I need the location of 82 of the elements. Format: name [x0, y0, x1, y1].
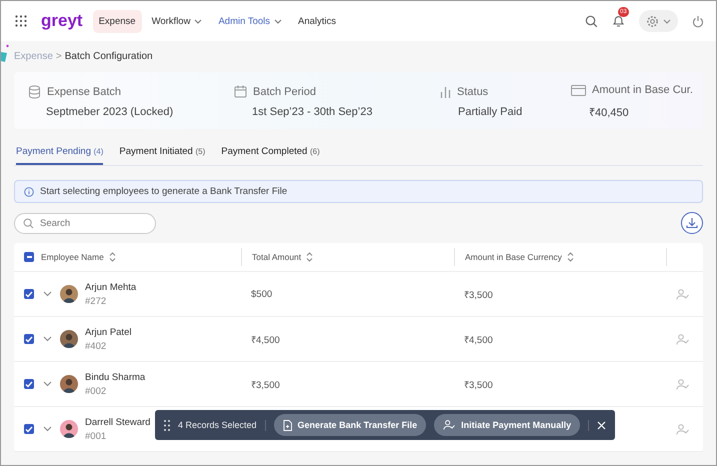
- bell-icon[interactable]: [612, 14, 625, 28]
- column-header[interactable]: Amount in Base Currency: [465, 252, 562, 262]
- summary-label: Expense Batch: [47, 86, 121, 98]
- drag-handle-icon[interactable]: [164, 420, 170, 430]
- column-header[interactable]: Total Amount: [252, 252, 302, 262]
- summary-label: Amount in Base Cur.: [592, 84, 693, 96]
- tab[interactable]: Payment Completed (6): [221, 146, 320, 165]
- user-check-icon[interactable]: [676, 378, 689, 390]
- avatar: [60, 330, 78, 348]
- avatar: [60, 285, 78, 303]
- info-icon: [24, 186, 34, 196]
- row-checkbox[interactable]: [24, 334, 34, 344]
- employee-id: #002: [85, 386, 108, 396]
- expand-chevron-icon[interactable]: [43, 381, 52, 387]
- employee-name: Arjun Mehta: [85, 282, 136, 292]
- table-cell-text: ₹4,500: [251, 334, 280, 346]
- chevron-down-icon: [194, 18, 202, 24]
- initiate-payment-button[interactable]: Initiate Payment Manually: [434, 414, 580, 436]
- summary-label: Status: [457, 86, 488, 98]
- breadcrumb-current: Batch Configuration: [64, 50, 153, 62]
- summary-value: Septmeber 2023 (Locked): [46, 106, 174, 118]
- generate-file-button[interactable]: Generate Bank Transfer File: [274, 414, 426, 436]
- chevron-down-icon: [663, 18, 671, 24]
- column-header[interactable]: Employee Name: [41, 252, 104, 262]
- power-icon[interactable]: [692, 14, 704, 28]
- settings-button[interactable]: [639, 10, 678, 32]
- table-cell: $500: [251, 288, 272, 300]
- bar-chart-icon: [440, 86, 451, 98]
- avatar: [60, 420, 78, 438]
- user-check-icon[interactable]: [676, 334, 689, 344]
- logo: greyt: [41, 11, 83, 31]
- sort-icon[interactable]: [306, 252, 314, 262]
- info-text: Start selecting employees to generate a Bank Transfer File: [40, 186, 288, 197]
- download-icon: [686, 217, 698, 229]
- decor-icon: [1, 44, 10, 64]
- download-button[interactable]: [681, 212, 703, 234]
- close-icon[interactable]: [597, 420, 606, 430]
- sort-icon[interactable]: [566, 252, 574, 262]
- selected-count: 4 Records Selected: [178, 420, 257, 430]
- file-icon: [282, 420, 292, 430]
- search-icon: [23, 218, 34, 228]
- nav-item[interactable]: Expense: [92, 10, 142, 32]
- user-check-icon[interactable]: [676, 288, 689, 300]
- search-field[interactable]: Search: [14, 212, 156, 234]
- tab[interactable]: Payment Pending (4): [16, 146, 104, 165]
- nav-item[interactable]: Admin Tools: [212, 10, 288, 32]
- row-checkbox[interactable]: [24, 289, 34, 299]
- summary-value: 1st Sep’23 - 30th Sep’23: [252, 106, 374, 118]
- nav-item[interactable]: Workflow: [146, 10, 208, 32]
- employee-id: #272: [85, 296, 108, 306]
- calendar-icon: [234, 85, 247, 98]
- expand-chevron-icon[interactable]: [43, 336, 52, 342]
- breadcrumb-separator: >: [56, 50, 62, 62]
- chevron-down-icon: [274, 18, 282, 24]
- database-icon: [28, 84, 41, 98]
- user-check-icon[interactable]: [676, 424, 689, 434]
- avatar: [60, 375, 78, 393]
- user-check-icon: [443, 420, 456, 430]
- expand-chevron-icon[interactable]: [43, 426, 52, 432]
- row-checkbox[interactable]: [24, 379, 34, 389]
- select-all-checkbox[interactable]: [24, 252, 34, 262]
- table-cell-text: ₹3,500: [464, 378, 493, 390]
- expand-chevron-icon[interactable]: [43, 291, 52, 297]
- employee-id: #001: [85, 430, 108, 442]
- summary-value: Partially Paid: [458, 106, 524, 118]
- card-icon: [571, 84, 586, 96]
- nav-item[interactable]: Analytics: [292, 10, 342, 32]
- table-cell-text: ₹4,500: [464, 334, 493, 346]
- search-icon[interactable]: [585, 14, 598, 28]
- employee-name: Bindu Sharma: [85, 372, 146, 382]
- table-cell-text: ₹3,500: [251, 378, 280, 390]
- tab[interactable]: Payment Initiated (5): [119, 146, 206, 165]
- employee-name: Darrell Steward: [85, 416, 150, 428]
- gear-icon: [646, 14, 659, 28]
- summary-label: Batch Period: [253, 86, 316, 98]
- employee-id: #402: [85, 340, 108, 352]
- sort-icon[interactable]: [108, 252, 116, 262]
- summary-value: ₹40,450: [589, 106, 630, 119]
- row-checkbox[interactable]: [24, 424, 34, 434]
- employee-name: Arjun Patel: [85, 326, 132, 338]
- app-grid-icon[interactable]: [15, 15, 27, 27]
- table-cell-text: ₹3,500: [464, 288, 493, 300]
